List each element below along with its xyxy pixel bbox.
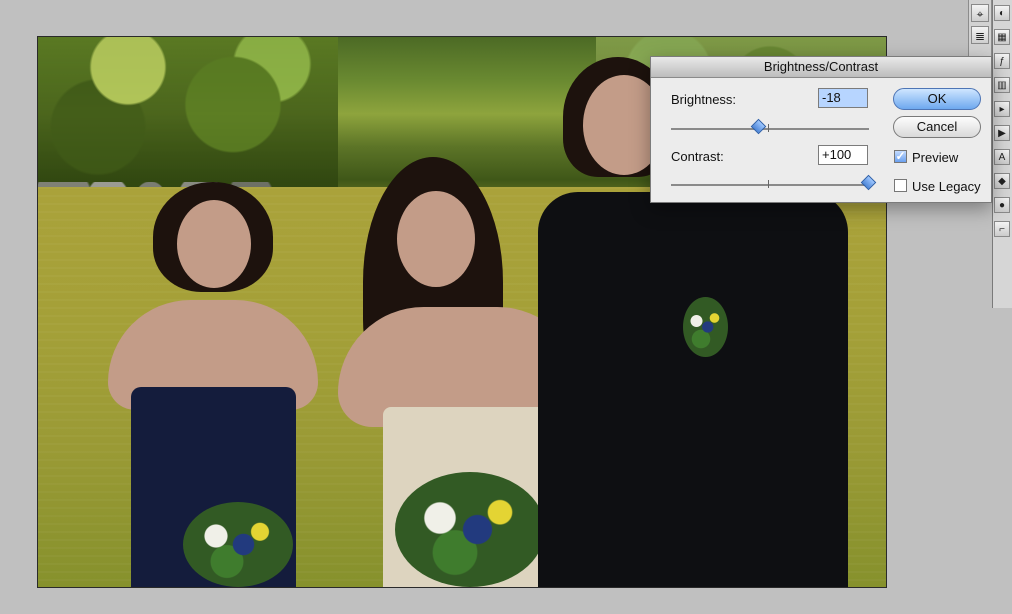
contrast-slider-track: [671, 184, 869, 186]
cancel-button[interactable]: Cancel: [893, 116, 981, 138]
ok-button[interactable]: OK: [893, 88, 981, 110]
brightness-slider-track: [671, 128, 869, 130]
actions-icon[interactable]: ▶: [994, 125, 1010, 141]
brightness-label: Brightness:: [671, 92, 737, 107]
contrast-value-field[interactable]: +100: [818, 145, 868, 165]
contrast-label: Contrast:: [671, 149, 724, 164]
brightness-slider-thumb[interactable]: [750, 118, 767, 135]
contrast-slider-center-tick: [768, 180, 769, 188]
top-tool-column: ⌖ ≣: [968, 0, 992, 58]
middle-girl-bouquet: [395, 472, 545, 587]
brightness-slider-center-tick: [768, 124, 769, 132]
dialog-title: Brightness/Contrast: [651, 57, 991, 78]
right-boy-suit: [538, 192, 848, 587]
swatches-icon[interactable]: ▦: [994, 29, 1010, 45]
boutonniere: [683, 297, 728, 357]
right-palette-strip: ◐ ▦ ƒ ▥ ▸ ▶ A ◆ ● ⌐: [992, 0, 1012, 308]
left-trees: [38, 37, 338, 187]
eyedropper-icon[interactable]: ⌖: [971, 4, 989, 22]
navigator-icon[interactable]: ▸: [994, 101, 1010, 117]
legacy-checkbox[interactable]: [894, 179, 907, 192]
layers-icon[interactable]: ≣: [971, 26, 989, 44]
contrast-slider-thumb[interactable]: [860, 174, 877, 191]
styles-icon[interactable]: ƒ: [994, 53, 1010, 69]
preview-checkbox[interactable]: ✓: [894, 150, 907, 163]
left-girl: [83, 182, 338, 587]
brush-icon[interactable]: ●: [994, 197, 1010, 213]
legacy-label: Use Legacy: [912, 179, 981, 194]
color-icon[interactable]: ◐: [994, 5, 1010, 21]
histogram-icon[interactable]: ▥: [994, 77, 1010, 93]
clone-icon[interactable]: ⌐: [994, 221, 1010, 237]
left-girl-face: [177, 200, 251, 288]
left-girl-bouquet: [183, 502, 293, 587]
middle-girl-face: [397, 191, 475, 287]
text-icon[interactable]: A: [994, 149, 1010, 165]
paragraph-icon[interactable]: ◆: [994, 173, 1010, 189]
preview-label: Preview: [912, 150, 959, 165]
brightness-contrast-dialog: Brightness/Contrast Brightness: -18 Cont…: [650, 56, 992, 203]
brightness-value-field[interactable]: -18: [818, 88, 868, 108]
